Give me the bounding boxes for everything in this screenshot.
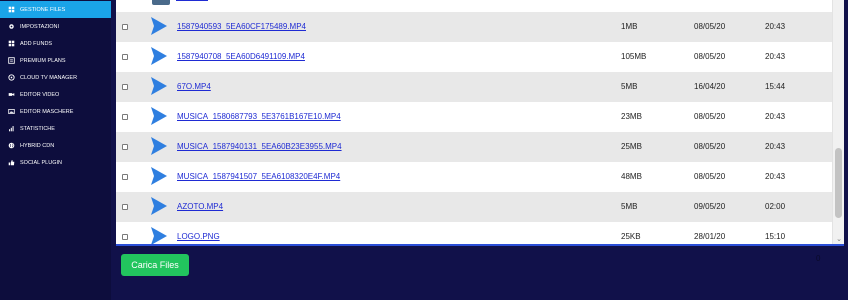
file-size: 105MB bbox=[621, 52, 647, 61]
grid-icon bbox=[8, 6, 15, 13]
sidebar-item-add-funds[interactable]: ADD FUNDS bbox=[0, 35, 111, 52]
file-size: 25MB bbox=[621, 142, 642, 151]
file-date: 08/05/20 bbox=[694, 22, 726, 31]
play-icon[interactable] bbox=[150, 46, 168, 66]
file-date: 08/05/20 bbox=[694, 112, 726, 121]
file-time: 15:10 bbox=[765, 232, 786, 241]
sidebar-item-hybrid-cdn[interactable]: HYBRID CDN bbox=[0, 137, 111, 154]
file-size: 5MB bbox=[621, 202, 638, 211]
sidebar-item-label: EDITOR VIDEO bbox=[20, 91, 60, 98]
file-size: 48MB bbox=[621, 172, 642, 181]
file-name-link[interactable]: MUSICA_1587940131_5EA60B23E3955.MP4 bbox=[177, 142, 342, 151]
table-row: 1587940708_5EA60D6491109.MP4 105MB 08/05/2… bbox=[116, 42, 832, 72]
file-name-link[interactable]: AZOTO.MP4 bbox=[177, 202, 223, 211]
file-date: 16/04/20 bbox=[694, 82, 726, 91]
table-row: LOGO.PNG 25KB 28/01/20 15:10 bbox=[116, 222, 832, 246]
sidebar-item-label: SOCIAL PLUGIN bbox=[20, 159, 62, 166]
thumb-icon bbox=[8, 159, 15, 166]
scroll-down-arrow-icon[interactable]: ⌄ bbox=[835, 236, 843, 244]
sidebar-item-label: ADD FUNDS bbox=[20, 40, 53, 47]
play-icon[interactable] bbox=[150, 136, 168, 156]
file-name-link[interactable]: 1587940708_5EA60D6491109.MP4 bbox=[177, 52, 305, 61]
grid-icon bbox=[8, 40, 15, 47]
scrollbar[interactable]: ⌄ bbox=[832, 0, 844, 246]
sidebar-item-cloud-tv-manager[interactable]: CLOUD TV MANAGER bbox=[0, 69, 111, 86]
sidebar-item-label: EDITOR MASCHERE bbox=[20, 108, 74, 115]
sidebar-item-label: HYBRID CDN bbox=[20, 142, 55, 149]
row-checkbox[interactable] bbox=[122, 234, 128, 240]
row-checkbox[interactable] bbox=[122, 144, 128, 150]
gear-icon bbox=[8, 23, 15, 30]
file-time: 20:43 bbox=[765, 52, 786, 61]
circle-icon bbox=[8, 74, 15, 81]
play-icon[interactable] bbox=[150, 226, 168, 246]
row-checkbox[interactable] bbox=[122, 24, 128, 30]
sidebar: GESTIONE FILES IMPOSTAZIONI ADD FUNDS PREMI… bbox=[0, 0, 111, 300]
sidebar-item-label: CLOUD TV MANAGER bbox=[20, 74, 78, 81]
sidebar-item-social-plugin[interactable]: SOCIAL PLUGIN bbox=[0, 154, 111, 171]
file-name-link[interactable]: LOGO.PNG bbox=[177, 232, 220, 241]
table-row: 67O.MP4 5MB 16/04/20 15:44 bbox=[116, 72, 832, 102]
corner-mark: 0 bbox=[816, 254, 821, 263]
table-row: 1587940593_5EA60CF175489.MP4 1MB 08/05/20 2… bbox=[116, 12, 832, 42]
sidebar-item-label: GESTIONE FILES bbox=[20, 6, 66, 13]
sidebar-item-gestione-files[interactable]: GESTIONE FILES bbox=[0, 1, 111, 18]
play-icon[interactable] bbox=[150, 16, 168, 36]
sidebar-item-statistiche[interactable]: STATISTICHE bbox=[0, 120, 111, 137]
file-time: 20:43 bbox=[765, 112, 786, 121]
file-time: 20:43 bbox=[765, 22, 786, 31]
file-time: 15:44 bbox=[765, 82, 786, 91]
file-time: 20:43 bbox=[765, 172, 786, 181]
file-name-link[interactable]: MUSICA_1580687793_5E3761B167E10.MP4 bbox=[177, 112, 341, 121]
file-size: 23MB bbox=[621, 112, 642, 121]
row-checkbox[interactable] bbox=[122, 54, 128, 60]
list-icon bbox=[8, 57, 15, 64]
row-checkbox[interactable] bbox=[122, 174, 128, 180]
video-icon bbox=[8, 91, 15, 98]
sidebar-item-editor-video[interactable]: EDITOR VIDEO bbox=[0, 86, 111, 103]
globe-icon bbox=[8, 142, 15, 149]
file-time: 20:43 bbox=[765, 142, 786, 151]
file-name-link[interactable]: 67O.MP4 bbox=[177, 82, 211, 91]
row-checkbox[interactable] bbox=[122, 84, 128, 90]
table-row: MUSICA_1587941507_5EA6108320E4F.MP4 48MB 0… bbox=[116, 162, 832, 192]
file-name-link[interactable]: 1587940593_5EA60CF175489.MP4 bbox=[177, 22, 306, 31]
sidebar-item-premium-plans[interactable]: PREMIUM PLANS bbox=[0, 52, 111, 69]
file-date: 08/05/20 bbox=[694, 142, 726, 151]
file-name-link[interactable]: MUSICA_1587941507_5EA6108320E4F.MP4 bbox=[177, 172, 340, 181]
partial-file-link[interactable] bbox=[176, 0, 208, 1]
file-date: 28/01/20 bbox=[694, 232, 726, 241]
sidebar-item-label: IMPOSTAZIONI bbox=[20, 23, 60, 30]
image-icon bbox=[8, 108, 15, 115]
file-date: 08/05/20 bbox=[694, 52, 726, 61]
file-size: 25KB bbox=[621, 232, 641, 241]
play-icon[interactable] bbox=[150, 166, 168, 186]
file-date: 09/05/20 bbox=[694, 202, 726, 211]
sidebar-item-label: PREMIUM PLANS bbox=[20, 57, 66, 64]
file-list-panel: 1587940593_5EA60CF175489.MP4 1MB 08/05/20 2… bbox=[116, 0, 844, 246]
row-checkbox[interactable] bbox=[122, 114, 128, 120]
file-time: 02:00 bbox=[765, 202, 786, 211]
table-row: MUSICA_1580687793_5E3761B167E10.MP4 23MB 0… bbox=[116, 102, 832, 132]
table-row: AZOTO.MP4 5MB 09/05/20 02:00 bbox=[116, 192, 832, 222]
row-checkbox[interactable] bbox=[122, 204, 128, 210]
scrollbar-thumb[interactable] bbox=[835, 148, 842, 218]
play-icon[interactable] bbox=[150, 196, 168, 216]
panel-border bbox=[116, 244, 844, 246]
play-icon[interactable] bbox=[150, 106, 168, 126]
play-icon[interactable] bbox=[150, 76, 168, 96]
thumbnail-partial[interactable] bbox=[152, 0, 170, 5]
sidebar-item-impostazioni[interactable]: IMPOSTAZIONI bbox=[0, 18, 111, 35]
chart-icon bbox=[8, 125, 15, 132]
file-date: 08/05/20 bbox=[694, 172, 726, 181]
sidebar-item-editor-maschere[interactable]: EDITOR MASCHERE bbox=[0, 103, 111, 120]
file-size: 5MB bbox=[621, 82, 638, 91]
file-size: 1MB bbox=[621, 22, 638, 31]
upload-files-button[interactable]: Carica Files bbox=[121, 254, 189, 276]
sidebar-item-label: STATISTICHE bbox=[20, 125, 55, 132]
table-row: MUSICA_1587940131_5EA60B23E3955.MP4 25MB 0… bbox=[116, 132, 832, 162]
